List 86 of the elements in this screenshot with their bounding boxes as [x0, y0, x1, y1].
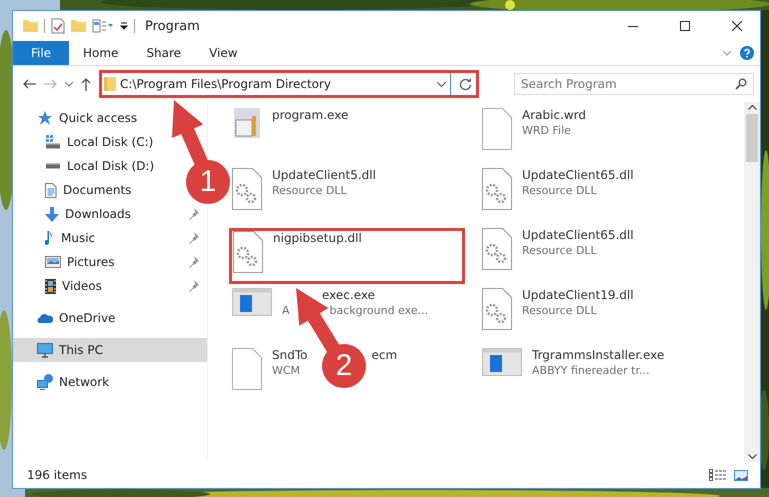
file-name[interactable]: nigpibsetup.dll	[273, 231, 362, 245]
close-icon	[732, 21, 742, 31]
item-count: 196 items	[27, 468, 88, 482]
window-title: Program	[145, 18, 201, 34]
file-menu-button[interactable]: File	[13, 41, 69, 65]
file-type: Resource DLL	[522, 184, 597, 197]
settings-file-icon	[482, 228, 512, 270]
sidebar-item[interactable]: Pictures	[13, 250, 119, 274]
image-icon	[734, 470, 748, 480]
sidebar-item[interactable]: Local Disk (C:)	[13, 130, 158, 154]
file-type: background exe...	[330, 304, 428, 317]
scrollbar-thumb[interactable]	[746, 114, 758, 162]
star-icon	[37, 110, 53, 126]
cloud-icon	[37, 313, 53, 323]
address-bar[interactable]: C:\Program Files\Program Directory	[99, 70, 479, 98]
left-arrow-icon	[23, 79, 36, 89]
file-name[interactable]: UpdateClient5.dll	[272, 168, 376, 182]
file-type: A	[282, 304, 290, 317]
file-name[interactable]: UpdateClient19.dll	[522, 288, 634, 302]
up-button[interactable]	[81, 78, 91, 90]
file-name[interactable]: UpdateClient65.dll	[522, 228, 634, 242]
file-name[interactable]: ecm	[371, 348, 398, 362]
computer-icon	[37, 342, 53, 358]
settings-file-icon	[482, 168, 512, 210]
file-type: ABBYY finereader tr...	[532, 364, 650, 377]
refresh-icon	[459, 78, 472, 90]
file-name[interactable]: SndTo	[272, 348, 308, 362]
file-name[interactable]: Arabic.wrd	[522, 108, 586, 122]
file-name[interactable]: TrgrammsInstaller.exe	[532, 348, 664, 362]
chevron-down-icon	[65, 82, 73, 86]
up-arrow-icon	[81, 78, 91, 90]
highlighted-file[interactable]: nigpibsetup.dll	[229, 228, 465, 284]
details-view-icon	[709, 469, 726, 481]
drive-icon	[45, 163, 61, 169]
pictures-icon	[45, 256, 61, 268]
chevron-down-icon[interactable]	[722, 50, 732, 56]
ribbon-tab[interactable]: Home	[69, 41, 132, 65]
search-field[interactable]: Search Program	[514, 73, 754, 95]
ribbon-tab[interactable]: View	[195, 41, 252, 65]
document-icon	[45, 182, 57, 198]
file-icon	[482, 108, 512, 150]
maximize-icon	[680, 21, 690, 31]
sidebar-item[interactable]: Quick access	[13, 106, 142, 130]
scroll-down-icon[interactable]	[748, 454, 756, 459]
sidebar-item[interactable]: Videos	[13, 274, 106, 298]
help-icon[interactable]	[740, 46, 754, 60]
properties-icon[interactable]	[92, 19, 114, 33]
sidebar-item[interactable]: Downloads	[13, 202, 135, 226]
sidebar-item[interactable]: Documents	[13, 178, 136, 202]
recent-locations-button[interactable]	[65, 82, 73, 86]
right-arrow-icon	[44, 79, 57, 89]
music-note-icon	[45, 230, 55, 246]
application-icon	[232, 288, 272, 316]
settings-file-icon	[233, 231, 263, 273]
sidebar-item[interactable]: Local Disk (D:)	[13, 154, 158, 178]
file-type: Resource DLL	[522, 244, 597, 257]
file-type: Resource DLL	[522, 304, 597, 317]
file-name[interactable]: program.exe	[272, 108, 348, 122]
chevron-down-icon	[437, 82, 446, 86]
file-icon	[232, 348, 262, 390]
sidebar-item[interactable]: OneDrive	[13, 306, 120, 330]
scrollbar[interactable]	[744, 102, 760, 462]
file-name[interactable]: UpdateClient65.dll	[522, 168, 634, 182]
back-button[interactable]	[23, 79, 36, 89]
file-type: WCM	[272, 364, 300, 377]
search-icon	[735, 78, 747, 90]
file-type: WRD File	[522, 124, 571, 137]
film-icon	[45, 278, 56, 294]
scroll-up-icon[interactable]	[748, 105, 756, 110]
checklist-icon[interactable]	[51, 18, 65, 34]
address-path: C:\Program Files\Program Directory	[120, 77, 332, 91]
settings-file-icon	[232, 168, 262, 210]
network-icon	[37, 374, 53, 390]
application-icon	[482, 348, 522, 376]
sidebar-item[interactable]: Music	[13, 226, 100, 250]
sidebar-item[interactable]: Network	[13, 370, 114, 394]
dropdown-icon[interactable]	[120, 22, 128, 30]
folder-icon	[23, 20, 38, 32]
down-arrow-icon	[45, 206, 59, 222]
settings-file-icon	[482, 288, 512, 330]
ribbon-tab[interactable]: Share	[132, 41, 196, 65]
folder-icon	[104, 77, 116, 91]
file-type: Resource DLL	[272, 184, 347, 197]
file-name[interactable]: exec.exe	[322, 288, 375, 302]
sidebar-item[interactable]: This PC	[13, 338, 207, 362]
drive-icon	[45, 135, 61, 149]
